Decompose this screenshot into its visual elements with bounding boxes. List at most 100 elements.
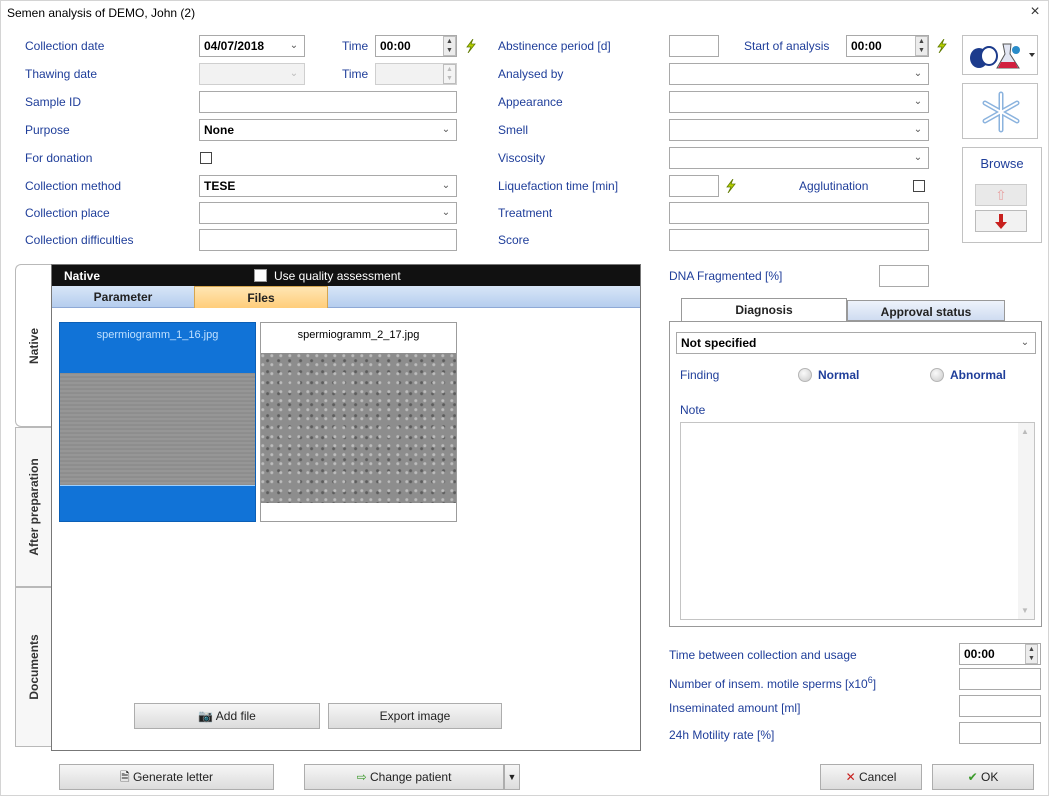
now-bolt-icon[interactable] bbox=[935, 39, 949, 53]
liquefaction-input[interactable] bbox=[669, 175, 719, 197]
tab-documents[interactable]: Documents bbox=[15, 587, 51, 747]
tab-native[interactable]: Native bbox=[15, 264, 51, 427]
browse-panel: Browse ⇧ bbox=[962, 147, 1042, 243]
note-textarea[interactable]: ▲ ▼ bbox=[680, 422, 1035, 620]
collection-method-select[interactable]: TESE ⌄ bbox=[199, 175, 457, 197]
appearance-label: Appearance bbox=[498, 95, 563, 109]
tab-files[interactable]: Files bbox=[194, 286, 328, 308]
now-bolt-icon[interactable] bbox=[724, 179, 738, 193]
dna-fragmented-label: DNA Fragmented [%] bbox=[669, 269, 783, 283]
start-of-analysis-label: Start of analysis bbox=[744, 39, 830, 53]
image-preview bbox=[60, 373, 255, 485]
quality-label: Use quality assessment bbox=[274, 269, 401, 283]
title-bar: Semen analysis of DEMO, John (2) × bbox=[1, 1, 1049, 25]
time-between-label: Time between collection and usage bbox=[669, 648, 857, 662]
spin-updown-icon[interactable]: ▲ ▼ bbox=[443, 64, 456, 84]
collection-date-label: Collection date bbox=[25, 39, 105, 53]
native-panel: Native Use quality assessment Parameter … bbox=[51, 264, 641, 751]
close-icon[interactable]: × bbox=[1026, 3, 1044, 21]
thawing-time-label: Time bbox=[342, 67, 369, 81]
chevron-down-icon: ⌄ bbox=[441, 207, 451, 218]
chevron-down-icon: ⌄ bbox=[913, 152, 923, 163]
browse-up-button[interactable]: ⇧ bbox=[975, 184, 1027, 206]
normal-radio[interactable] bbox=[798, 368, 812, 382]
collection-difficulties-label: Collection difficulties bbox=[25, 233, 134, 247]
abstinence-input[interactable] bbox=[669, 35, 719, 57]
panel-header: Native Use quality assessment bbox=[52, 265, 640, 286]
abstinence-label: Abstinence period [d] bbox=[498, 39, 611, 53]
change-patient-button[interactable]: ⇨ Change patient bbox=[304, 764, 504, 790]
change-patient-label: Change patient bbox=[370, 770, 452, 784]
chevron-down-icon: ⌄ bbox=[1020, 337, 1030, 348]
abnormal-radio[interactable] bbox=[930, 368, 944, 382]
cancel-button[interactable]: ✕ Cancel bbox=[820, 764, 922, 790]
chevron-down-icon: ⌄ bbox=[441, 180, 451, 191]
ok-label: OK bbox=[981, 770, 999, 784]
chevron-down-icon: ⌄ bbox=[289, 68, 299, 79]
spin-updown-icon[interactable]: ▲ ▼ bbox=[1025, 644, 1038, 664]
inseminated-amount-input[interactable] bbox=[959, 695, 1041, 717]
export-image-button[interactable]: Export image bbox=[328, 703, 502, 729]
purpose-value: None bbox=[204, 123, 234, 137]
thawing-date-label: Thawing date bbox=[25, 67, 98, 81]
sample-id-input[interactable] bbox=[199, 91, 457, 113]
chevron-down-icon: ⌄ bbox=[913, 124, 923, 135]
score-input[interactable] bbox=[669, 229, 929, 251]
inseminated-amount-label: Inseminated amount [ml] bbox=[669, 701, 801, 715]
diagnosis-select[interactable]: Not specified ⌄ bbox=[676, 332, 1036, 354]
quality-checkbox[interactable] bbox=[254, 269, 267, 282]
tab-diagnosis[interactable]: Diagnosis bbox=[681, 298, 847, 322]
agglutination-checkbox[interactable] bbox=[913, 180, 925, 192]
collection-date-picker[interactable]: 04/07/2018 ⌄ bbox=[199, 35, 305, 57]
spin-updown-icon[interactable]: ▲ ▼ bbox=[443, 36, 456, 56]
spin-updown-icon[interactable]: ▲ ▼ bbox=[915, 36, 928, 56]
viscosity-select[interactable]: ⌄ bbox=[669, 147, 929, 169]
generate-letter-label: Generate letter bbox=[132, 770, 214, 784]
freeze-button[interactable] bbox=[962, 83, 1038, 139]
purpose-select[interactable]: None ⌄ bbox=[199, 119, 457, 141]
dna-fragmented-input[interactable] bbox=[879, 265, 929, 287]
liquefaction-label: Liquefaction time [min] bbox=[498, 179, 619, 193]
collection-difficulties-input[interactable] bbox=[199, 229, 457, 251]
generate-letter-button[interactable]: 🗎 Generate letter bbox=[59, 764, 274, 790]
smell-select[interactable]: ⌄ bbox=[669, 119, 929, 141]
diagnosis-panel: Not specified ⌄ Finding Normal Abnormal … bbox=[669, 321, 1042, 627]
treatment-input[interactable] bbox=[669, 202, 929, 224]
collection-method-value: TESE bbox=[204, 179, 236, 193]
score-label: Score bbox=[498, 233, 530, 247]
thawing-date-picker[interactable]: ⌄ bbox=[199, 63, 305, 85]
file-thumbnail[interactable]: spermiogramm_1_16.jpg bbox=[59, 322, 256, 522]
thumb-selection-bottom bbox=[60, 485, 255, 521]
browse-down-button[interactable] bbox=[975, 210, 1027, 232]
subtab-bar: Parameter Files bbox=[52, 286, 640, 308]
motility-rate-input[interactable] bbox=[959, 722, 1041, 744]
change-patient-dropdown[interactable]: ▼ bbox=[504, 764, 520, 790]
tab-parameter[interactable]: Parameter bbox=[52, 286, 194, 308]
window-title: Semen analysis of DEMO, John (2) bbox=[7, 6, 196, 20]
chevron-down-icon: ⌄ bbox=[913, 68, 923, 79]
appearance-select[interactable]: ⌄ bbox=[669, 91, 929, 113]
sample-id-label: Sample ID bbox=[25, 95, 82, 109]
collection-time-value: 00:00 bbox=[380, 39, 411, 53]
insem-motile-input[interactable] bbox=[959, 668, 1041, 690]
ok-button[interactable]: ✔ OK bbox=[932, 764, 1034, 790]
collection-place-select[interactable]: ⌄ bbox=[199, 202, 457, 224]
x-icon: ✕ bbox=[845, 770, 856, 784]
add-file-button[interactable]: 📷 Add file bbox=[134, 703, 320, 729]
arrow-right-icon: ⇨ bbox=[356, 770, 367, 784]
check-icon: ✔ bbox=[967, 770, 978, 784]
abnormal-label: Abnormal bbox=[950, 368, 1007, 382]
file-thumbnail[interactable]: spermiogramm_2_17.jpg bbox=[260, 322, 457, 522]
now-bolt-icon[interactable] bbox=[464, 39, 478, 53]
for-donation-checkbox[interactable] bbox=[200, 152, 212, 164]
tab-approval-status[interactable]: Approval status bbox=[847, 300, 1005, 321]
note-scrollbar[interactable]: ▲ ▼ bbox=[1018, 423, 1034, 619]
tab-native-label: Native bbox=[26, 327, 41, 364]
analysed-by-select[interactable]: ⌄ bbox=[669, 63, 929, 85]
purpose-label: Purpose bbox=[25, 123, 70, 137]
tab-after-preparation[interactable]: After preparation bbox=[15, 427, 51, 587]
motility-rate-label: 24h Motility rate [%] bbox=[669, 728, 775, 742]
analysed-by-label: Analysed by bbox=[498, 67, 564, 81]
collection-date-value: 04/07/2018 bbox=[204, 39, 265, 53]
analysis-tools-button[interactable] bbox=[962, 35, 1038, 75]
